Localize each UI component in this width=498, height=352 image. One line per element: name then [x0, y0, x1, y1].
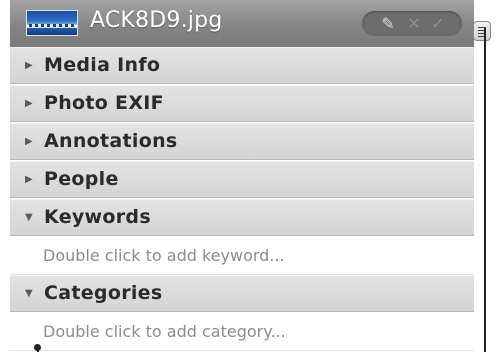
disclosure-triangle-icon[interactable]: ▶ [25, 59, 37, 73]
section-keywords[interactable]: ▼ Keywords [10, 199, 474, 236]
section-people[interactable]: ▶ People [10, 161, 474, 198]
section-photo-exif[interactable]: ▶ Photo EXIF [10, 85, 474, 122]
inspector-header: ACK8D9.jpg ✎ ✕ ✓ [10, 0, 474, 48]
file-name-title: ACK8D9.jpg [90, 8, 223, 33]
cancel-x-icon[interactable]: ✕ [402, 11, 426, 36]
callout-line-left [37, 347, 39, 352]
section-annotations[interactable]: ▶ Annotations [10, 123, 474, 160]
keywords-placeholder: Double click to add keyword... [43, 246, 285, 265]
section-label: Keywords [44, 206, 151, 228]
categories-placeholder: Double click to add category... [43, 322, 286, 341]
list-menu-icon[interactable] [473, 21, 491, 41]
image-thumbnail-icon[interactable] [26, 10, 78, 36]
edit-tools-group: ✎ ✕ ✓ [362, 11, 462, 36]
edit-pencil-icon[interactable]: ✎ [376, 11, 400, 36]
section-label: Categories [44, 282, 163, 304]
section-label: Photo EXIF [44, 92, 164, 114]
keywords-field[interactable]: Double click to add keyword... [10, 237, 474, 275]
disclosure-triangle-icon[interactable]: ▼ [25, 287, 37, 301]
section-label: Annotations [44, 130, 178, 152]
categories-field[interactable]: Double click to add category... [10, 313, 474, 351]
thumbnail-detail [29, 24, 75, 27]
section-label: Media Info [44, 54, 161, 76]
disclosure-triangle-icon[interactable]: ▼ [25, 211, 37, 225]
disclosure-triangle-icon[interactable]: ▶ [25, 173, 37, 187]
disclosure-triangle-icon[interactable]: ▶ [25, 135, 37, 149]
disclosure-triangle-icon[interactable]: ▶ [25, 97, 37, 111]
metadata-inspector-panel: ACK8D9.jpg ✎ ✕ ✓ ▶ Media Info ▶ Photo EX… [10, 0, 474, 352]
confirm-check-icon[interactable]: ✓ [426, 11, 450, 36]
section-categories[interactable]: ▼ Categories [10, 275, 474, 312]
callout-line-right [484, 28, 486, 352]
section-label: People [44, 168, 119, 190]
section-media-info[interactable]: ▶ Media Info [10, 47, 474, 84]
